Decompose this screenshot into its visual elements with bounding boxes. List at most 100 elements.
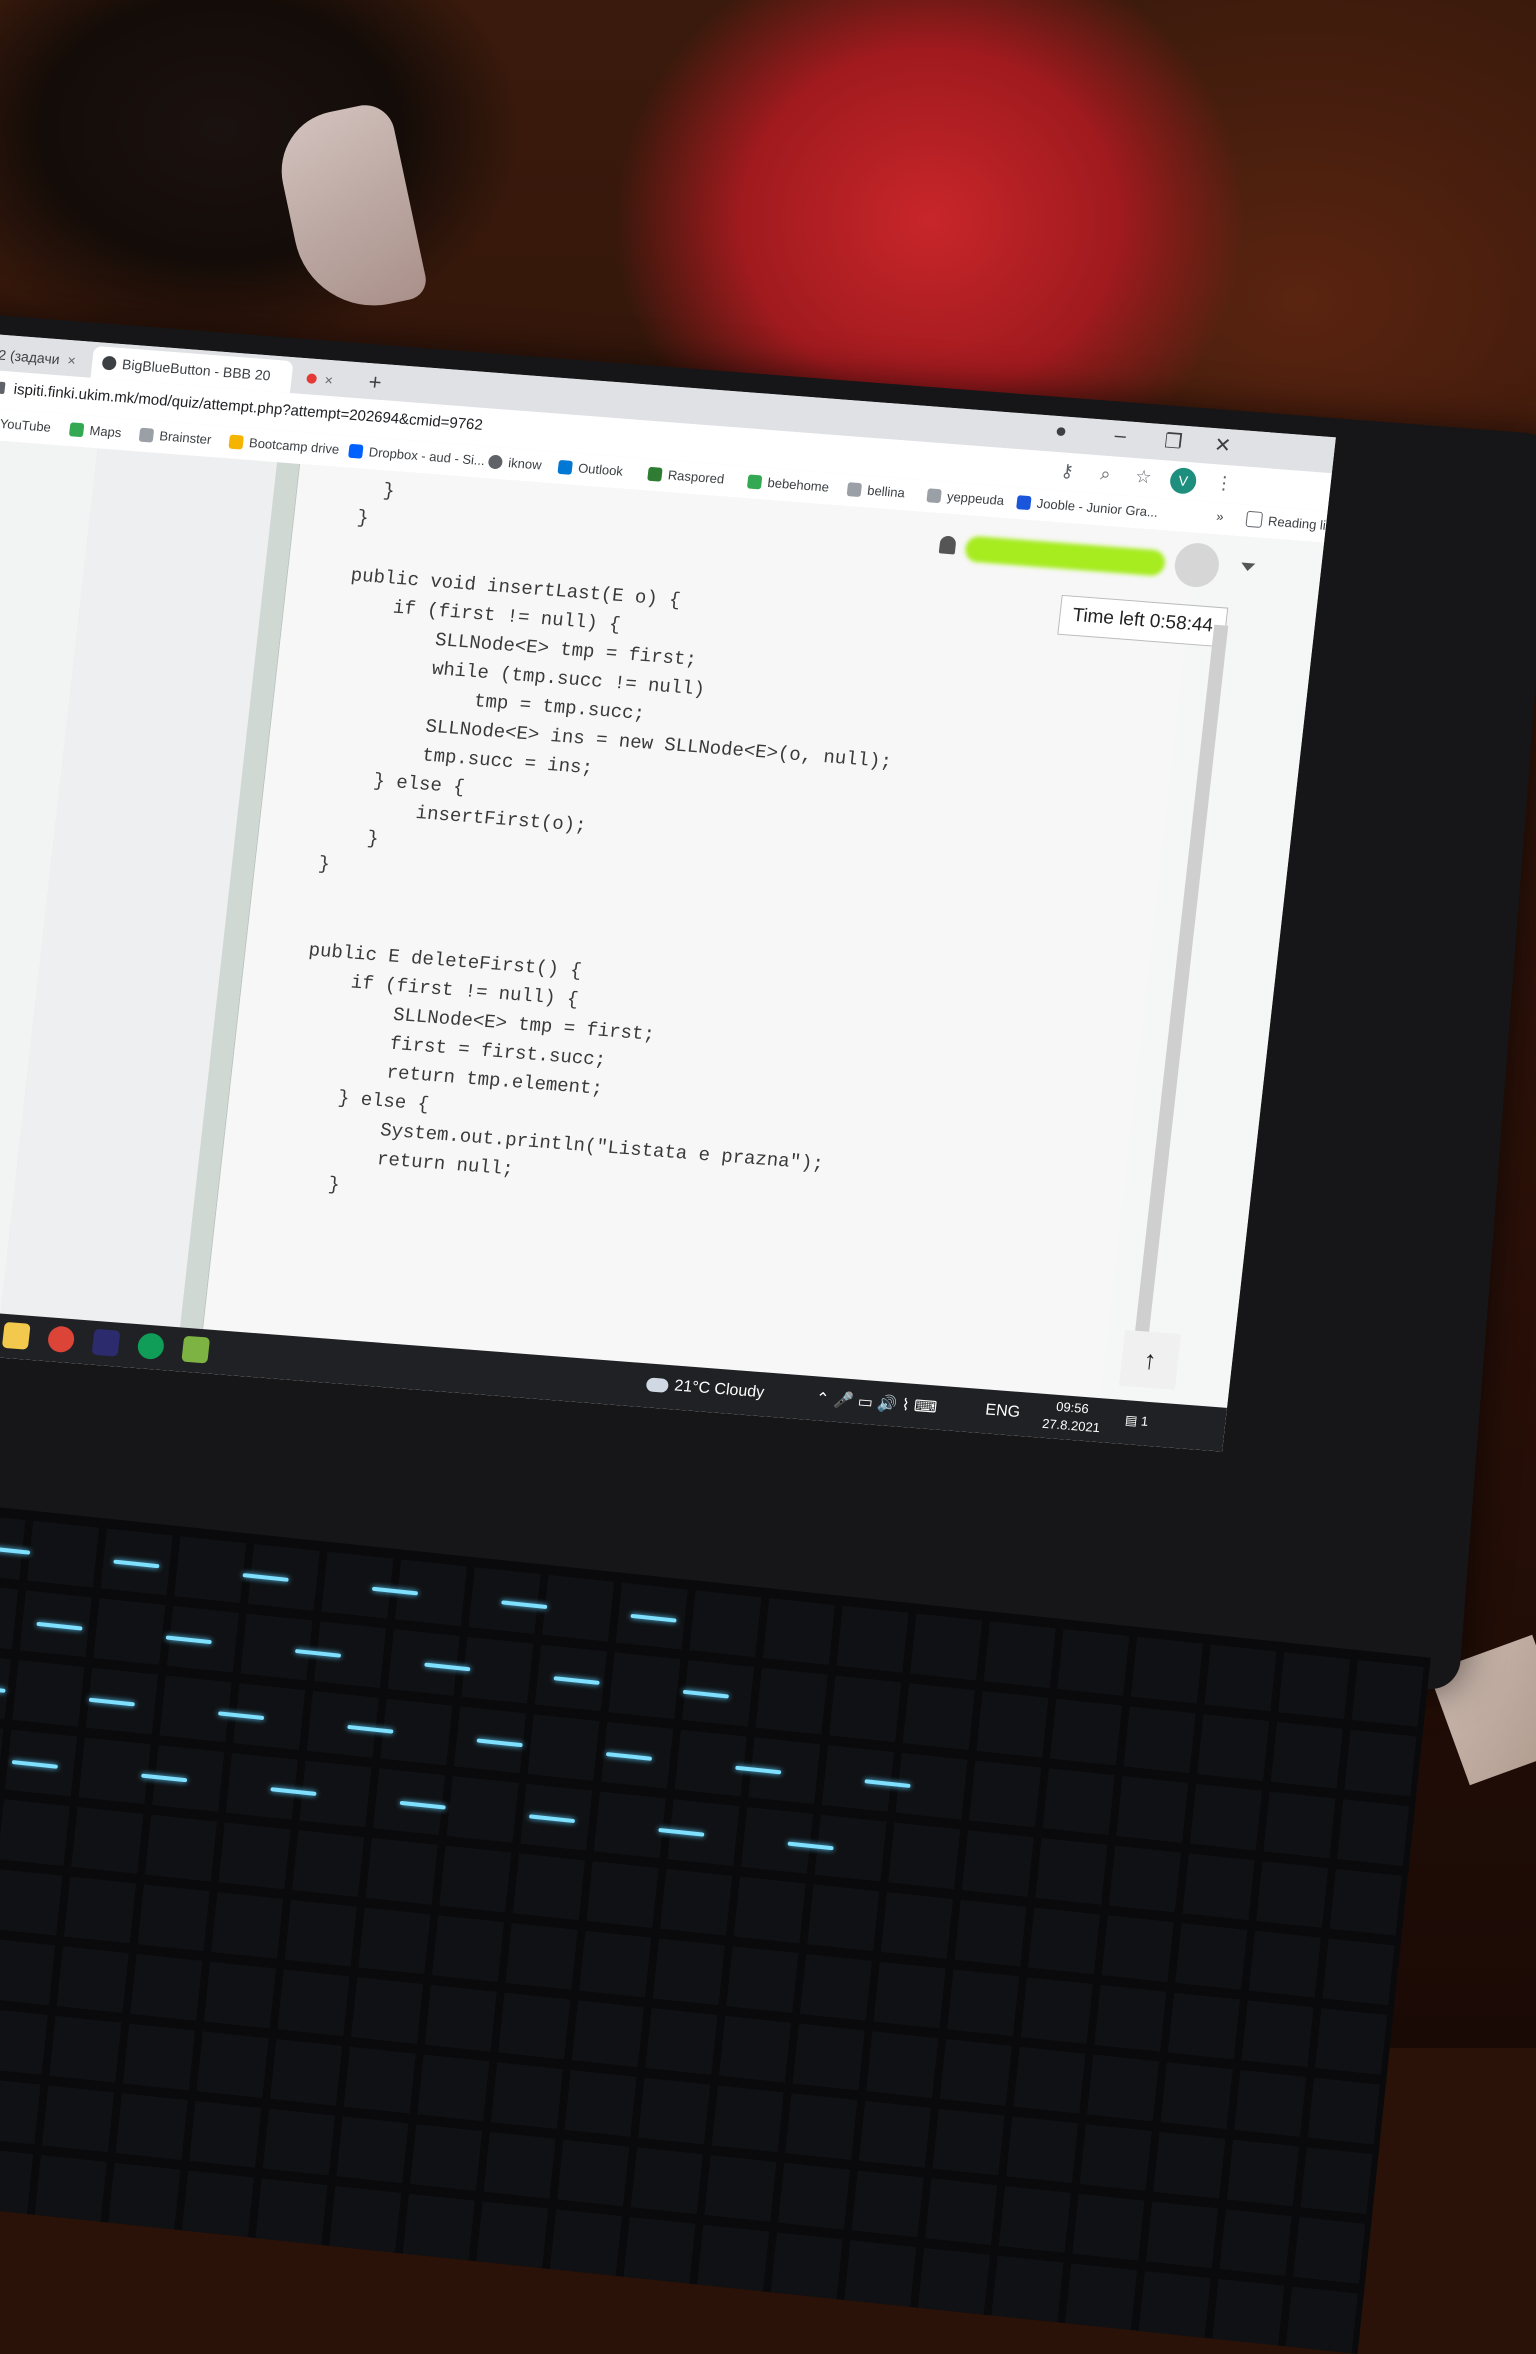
yeppeuda-icon [926,487,942,503]
lock-icon [0,381,6,395]
zoom-icon[interactable]: ⌕ [1099,464,1111,486]
dark-object [0,0,520,340]
brainster-icon [138,427,155,443]
key-backlight [165,1635,212,1645]
outlook-icon [557,459,574,475]
more-menu-icon[interactable]: ⋮ [1214,472,1234,494]
maximize-button[interactable]: ❐ [1163,428,1184,454]
key-backlight [36,1621,83,1631]
bookmark-label: iknow [507,455,543,473]
bookmark-label: Outlook [577,460,624,479]
tab-label: термин 2 (задачи [0,343,61,368]
notification-count: 1 [1140,1413,1150,1429]
bookmark-label: Bootcamp drive [248,435,341,457]
bookmark-label: Jooble - Junior Gra... [1036,495,1159,520]
chrome-beta-icon[interactable] [136,1332,166,1361]
key-backlight [141,1773,188,1783]
close-icon[interactable]: × [67,352,77,369]
bookmark-label: Dropbox - aud - Si... [367,444,486,469]
key-backlight [528,1814,576,1824]
app-icon[interactable] [181,1335,211,1364]
bookmark-maps[interactable]: Maps [68,421,123,441]
drive-icon [228,434,244,450]
bookmark-label: YouTube [0,415,52,435]
key-backlight [630,1613,677,1623]
key-backlight [864,1779,911,1789]
bookmark-bellina[interactable]: bellina [846,481,906,501]
user-avatar[interactable] [1172,541,1222,589]
key-backlight [242,1573,289,1582]
profile-avatar[interactable]: V [1168,466,1198,495]
redacted-username [963,535,1167,577]
key-backlight [371,1586,419,1596]
intellij-icon[interactable] [91,1328,121,1357]
raspored-icon [647,466,663,482]
key-backlight [347,1724,394,1734]
bbb-icon [101,355,118,371]
bell-icon[interactable] [938,535,957,555]
dropbox-icon [348,443,364,459]
bookmark-raspored[interactable]: Raspored [647,466,725,487]
quiz-page: } } public void insertLast(E o) { if (fi… [0,435,1336,1408]
tab-recording[interactable]: × [295,362,358,398]
bookmark-iknow[interactable]: iknow [487,454,543,473]
bookmark-yeppeuda[interactable]: yeppeuda [926,487,1005,508]
clock-time[interactable]: 09:56 [1055,1399,1089,1416]
cloud-icon [645,1377,670,1393]
bookmark-label: Maps [88,422,123,441]
chevron-down-icon[interactable] [1240,562,1256,572]
key-backlight [424,1662,471,1672]
weather-widget[interactable]: 21°C Cloudy [645,1375,765,1402]
bookmark-label: Brainster [158,428,213,448]
code-editor[interactable]: } } public void insertLast(E o) { if (fi… [202,463,1198,1399]
key-backlight [682,1689,729,1699]
weather-label: 21°C Cloudy [673,1377,766,1402]
key-backlight [553,1676,600,1685]
star-icon[interactable]: ☆ [1134,466,1152,488]
key-icon[interactable]: ⚷ [1059,460,1075,482]
reading-list-icon [1245,510,1264,528]
bellina-icon [846,481,863,497]
key-backlight [88,1697,135,1707]
back-to-top-button[interactable]: ↑ [1118,1329,1181,1390]
key-backlight [0,1684,6,1693]
notification-center-button[interactable]: ▤ 1 [1124,1412,1149,1430]
bookmark-label: bellina [866,482,906,501]
maps-icon [68,421,85,437]
recording-icon [306,373,318,385]
bookmark-outlook[interactable]: Outlook [557,459,624,479]
bookmark-label: bebehome [766,474,830,495]
key-backlight [605,1752,653,1761]
key-backlight [113,1559,160,1569]
bookmark-youtube[interactable]: YouTube [0,414,52,435]
key-backlight [476,1738,523,1748]
close-icon[interactable]: × [324,372,334,389]
globe-icon [487,454,504,469]
key-backlight [0,1545,31,1555]
bookmark-bebehome[interactable]: bebehome [746,473,830,495]
tray-icons[interactable]: ⌃ 🎤 ▭ 🔊 ⌇ ⌨ [815,1388,938,1417]
bookmark-bootcamp-drive[interactable]: Bootcamp drive [228,434,340,457]
bookmark-dropbox[interactable]: Dropbox - aud - Si... [348,443,486,468]
key-backlight [501,1600,548,1610]
bookmark-brainster[interactable]: Brainster [138,427,213,448]
jooble-icon [1016,494,1032,510]
key-backlight [270,1787,317,1796]
file-explorer-icon[interactable] [1,1321,31,1350]
clock-date[interactable]: 27.8.2021 [1041,1416,1100,1435]
language-indicator[interactable]: ENG [984,1401,1020,1422]
close-window-button[interactable]: ✕ [1213,432,1233,458]
key-backlight [294,1648,342,1658]
profile-menu-icon[interactable]: ● [1054,420,1069,444]
minimize-button[interactable]: – [1114,425,1128,449]
new-tab-button[interactable]: + [367,369,383,396]
key-backlight [787,1841,834,1851]
key-backlight [218,1711,265,1721]
key-backlight [658,1827,705,1837]
bookmark-jooble[interactable]: Jooble - Junior Gra... [1016,494,1159,520]
code-text: } } public void insertLast(E o) { if (fi… [258,476,893,1197]
chrome-icon[interactable] [46,1325,76,1354]
bookmark-label: yeppeuda [946,488,1005,509]
laptop-screen: термин 2 (задачи × BigBlueButton - BBB 2… [0,330,1336,1452]
bookmark-label: Raspored [667,467,725,487]
